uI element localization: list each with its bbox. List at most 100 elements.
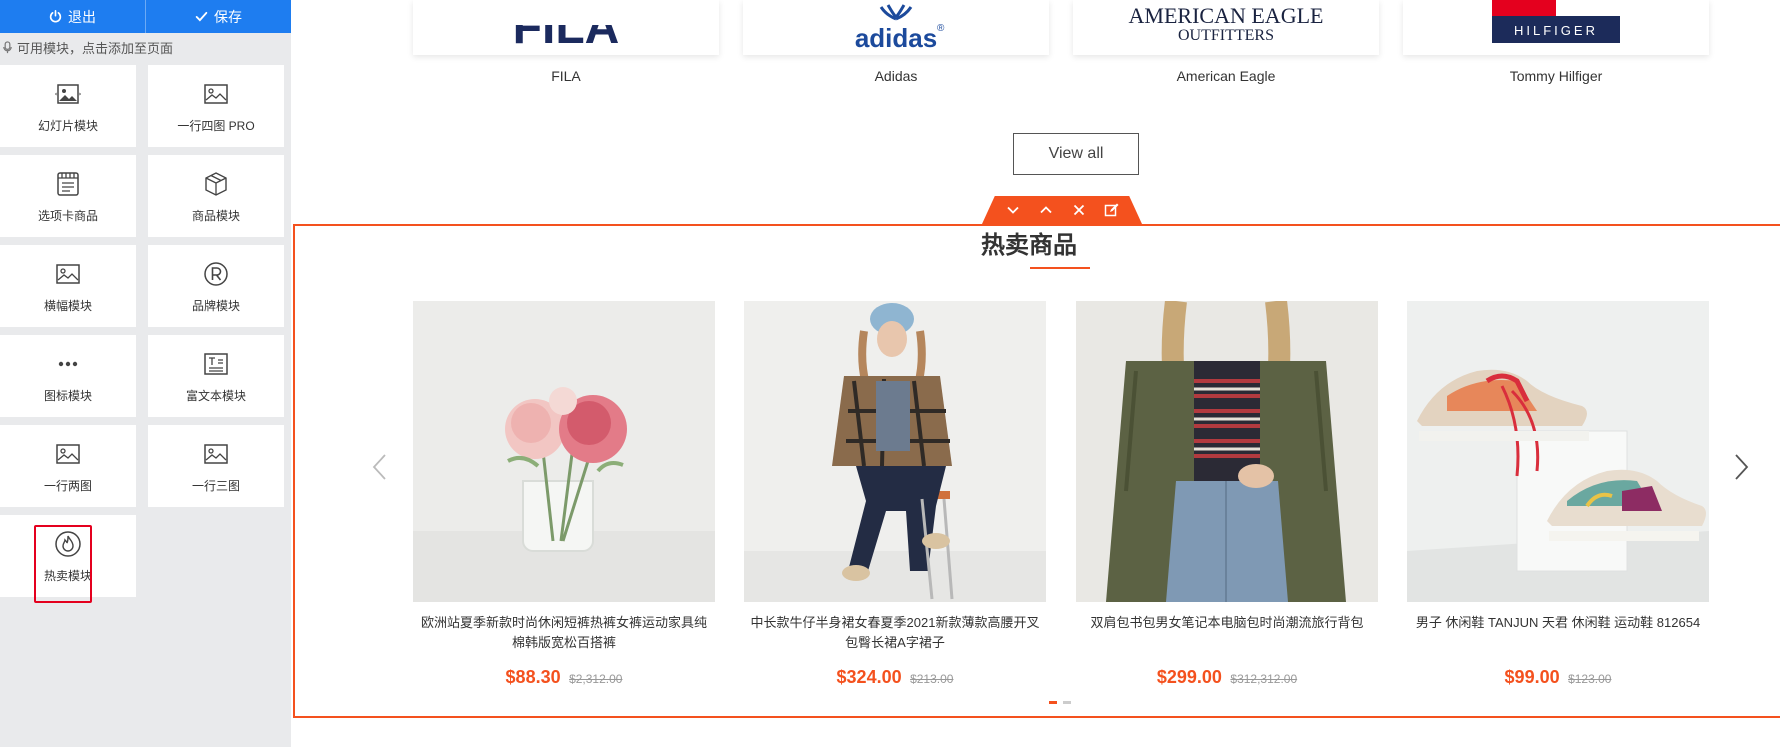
image-icon <box>56 263 80 284</box>
product-name[interactable]: 欧洲站夏季新款时尚休闲短裤热裤女裤运动家具纯棉韩版宽松百搭裤 <box>413 613 715 653</box>
product-price: $324.00 $213.00 <box>744 667 1046 688</box>
current-price: $324.00 <box>836 667 902 687</box>
product-price: $299.00 $312,312.00 <box>1076 667 1378 688</box>
product-price: $99.00 $123.00 <box>1407 667 1709 688</box>
product-image[interactable] <box>744 301 1046 602</box>
editor-toolbar: 退出 保存 <box>0 0 291 33</box>
module-controls <box>982 196 1142 224</box>
module-hint-text: 可用模块，点击添加至页面 <box>17 40 174 56</box>
registered-icon <box>204 261 228 286</box>
move-up-button[interactable] <box>1035 199 1057 221</box>
module-label: 幻灯片模块 <box>37 118 98 133</box>
product-card[interactable]: 中长款牛仔半身裙女春夏季2021新款薄款高腰开叉包臀长裙A字裙子 $324.00… <box>744 301 1046 688</box>
carousel-next-button[interactable] <box>1731 452 1751 482</box>
tab-list-icon <box>57 171 79 196</box>
svg-text:AMERICAN EAGLE: AMERICAN EAGLE <box>1129 3 1324 28</box>
title-underline <box>1030 267 1090 269</box>
original-price: $213.00 <box>910 672 954 686</box>
product-card[interactable]: 男子 休闲鞋 TANJUN 天君 休闲鞋 运动鞋 812654 $99.00 $… <box>1407 301 1709 688</box>
module-two-images[interactable]: 一行两图 <box>0 425 136 507</box>
dots-icon <box>58 361 78 366</box>
carousel-pagination <box>1049 701 1071 704</box>
module-hint: 可用模块，点击添加至页面 <box>0 36 173 58</box>
module-three-images[interactable]: 一行三图 <box>148 425 284 507</box>
chevron-up-icon <box>1039 206 1052 214</box>
module-label: 品牌模块 <box>191 298 240 313</box>
chevron-down-icon <box>1006 206 1019 214</box>
product-price: $88.30 $2,312.00 <box>413 667 715 688</box>
edit-module-button[interactable] <box>1101 199 1123 221</box>
module-label: 选项卡商品 <box>37 208 98 223</box>
brand-name[interactable]: American Eagle <box>1073 68 1379 84</box>
product-image[interactable] <box>1407 301 1709 602</box>
brand-card-american-eagle[interactable]: AMERICAN EAGLE OUTFITTERS <box>1073 0 1379 55</box>
tommy-hilfiger-logo: HILFIGER <box>1492 0 1620 43</box>
move-down-button[interactable] <box>1002 199 1024 221</box>
module-rich-text[interactable]: 富文本模块 <box>148 335 284 417</box>
image-icon <box>204 443 228 464</box>
product-name[interactable]: 中长款牛仔半身裙女春夏季2021新款薄款高腰开叉包臀长裙A字裙子 <box>744 613 1046 653</box>
svg-text:adidas: adidas <box>855 23 937 53</box>
save-button[interactable]: 保存 <box>145 0 291 33</box>
module-label: 富文本模块 <box>185 388 246 403</box>
fila-logo: FILA <box>513 25 620 54</box>
brand-name[interactable]: FILA <box>413 68 719 84</box>
module-brand[interactable]: 品牌模块 <box>148 245 284 327</box>
current-price: $299.00 <box>1156 667 1222 687</box>
module-banner[interactable]: 横幅模块 <box>0 245 136 327</box>
module-slideshow[interactable]: 幻灯片模块 <box>0 65 136 147</box>
page-preview: FILA FILA adidas ® Adidas AMERICAN EAGLE O… <box>291 0 1780 747</box>
current-price: $88.30 <box>505 667 561 687</box>
adidas-logo: adidas ® <box>855 4 945 53</box>
original-price: $123.00 <box>1568 672 1612 686</box>
module-icons[interactable]: 图标模块 <box>0 335 136 417</box>
module-label: 一行三图 <box>191 478 240 493</box>
product-image[interactable] <box>413 301 715 602</box>
microphone-icon <box>3 40 12 53</box>
module-four-images-pro[interactable]: 一行四图 PRO <box>148 65 284 147</box>
check-icon <box>195 11 208 22</box>
module-sidebar: 退出 保存 可用模块，点击添加至页面 幻灯片模块 一行四图 PRO 选项卡商品 … <box>0 0 291 747</box>
edit-icon <box>1104 203 1119 216</box>
module-label: 横幅模块 <box>43 298 92 313</box>
svg-text:FILA: FILA <box>513 25 620 54</box>
product-name[interactable]: 男子 休闲鞋 TANJUN 天君 休闲鞋 运动鞋 812654 <box>1407 613 1709 653</box>
brand-name[interactable]: Adidas <box>743 68 1049 84</box>
view-all-button[interactable]: View all <box>1013 133 1139 175</box>
product-name[interactable]: 双肩包书包男女笔记本电脑包时尚潮流旅行背包 <box>1076 613 1378 653</box>
image-icon <box>204 83 228 104</box>
module-label: 一行两图 <box>43 478 92 493</box>
pagination-dot[interactable] <box>1063 701 1071 704</box>
rich-text-icon <box>204 352 228 375</box>
pagination-dot[interactable] <box>1049 701 1057 704</box>
american-eagle-logo: AMERICAN EAGLEOUTFITTERS <box>1129 3 1324 44</box>
brand-card-adidas[interactable]: adidas ® <box>743 0 1049 55</box>
module-products[interactable]: 商品模块 <box>148 155 284 237</box>
exit-label: 退出 <box>68 8 96 25</box>
close-icon <box>1073 204 1084 216</box>
svg-text:OUTFITTERS: OUTFITTERS <box>1178 27 1274 44</box>
module-label: 商品模块 <box>191 208 240 223</box>
svg-text:®: ® <box>937 23 945 34</box>
selected-module-highlight <box>34 525 92 603</box>
brand-card-fila[interactable]: FILA <box>413 0 719 55</box>
delete-module-button[interactable] <box>1068 199 1090 221</box>
carousel-prev-button[interactable] <box>370 452 390 482</box>
save-label: 保存 <box>214 8 242 25</box>
exit-button[interactable]: 退出 <box>0 0 145 33</box>
brand-card-tommy-hilfiger[interactable]: HILFIGER <box>1403 0 1709 55</box>
original-price: $2,312.00 <box>569 672 623 686</box>
power-icon <box>49 10 62 23</box>
module-label: 一行四图 PRO <box>177 118 255 133</box>
product-card[interactable]: 欧洲站夏季新款时尚休闲短裤热裤女裤运动家具纯棉韩版宽松百搭裤 $88.30 $2… <box>413 301 715 688</box>
chevron-right-icon <box>1735 454 1749 480</box>
product-image[interactable] <box>1076 301 1378 602</box>
current-price: $99.00 <box>1504 667 1560 687</box>
slideshow-icon <box>55 83 81 104</box>
module-tab-products[interactable]: 选项卡商品 <box>0 155 136 237</box>
product-card[interactable]: 双肩包书包男女笔记本电脑包时尚潮流旅行背包 $299.00 $312,312.0… <box>1076 301 1378 688</box>
brand-name[interactable]: Tommy Hilfiger <box>1403 68 1709 84</box>
module-label: 图标模块 <box>43 388 92 403</box>
chevron-left-icon <box>372 454 386 480</box>
original-price: $312,312.00 <box>1230 672 1298 686</box>
